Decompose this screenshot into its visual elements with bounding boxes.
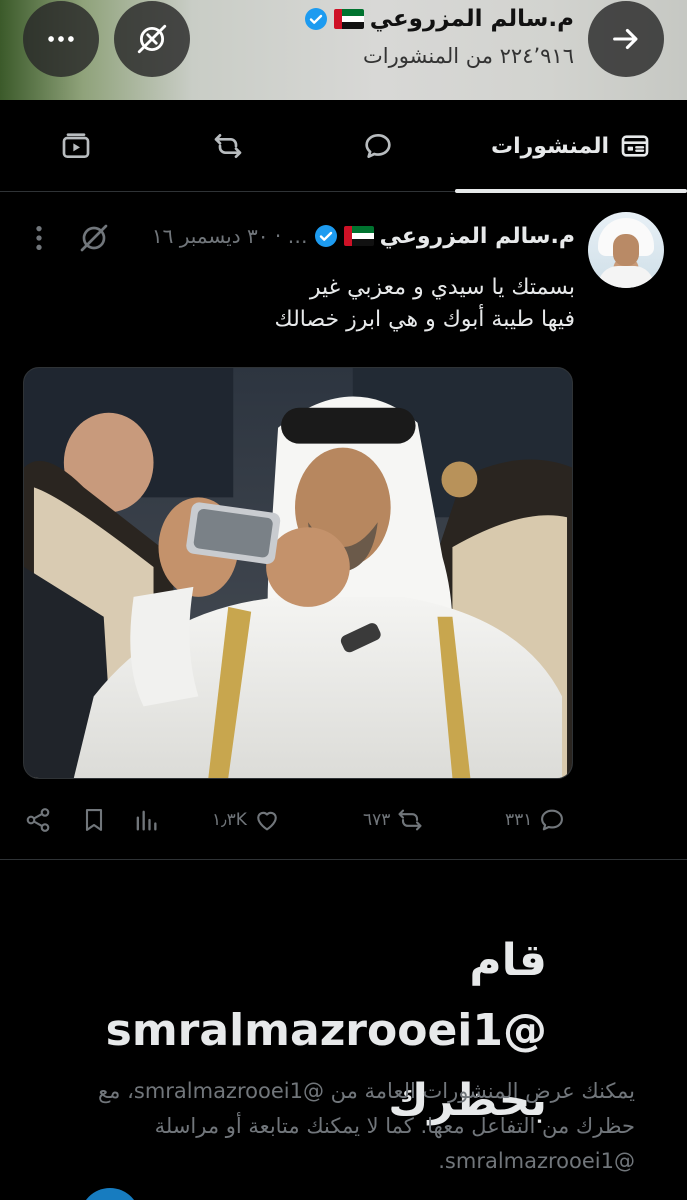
floating-button-edge[interactable] <box>80 1188 140 1200</box>
post-count: ٢٢٤٬٩١٦ من المنشورات <box>363 44 574 68</box>
tab-reposts[interactable] <box>188 100 268 192</box>
header-title: م.سالم المزروعي <box>304 2 574 36</box>
repost-button[interactable]: ٦٧٣ <box>363 800 424 840</box>
posts-tab-icon <box>621 135 649 157</box>
post-more-options-icon[interactable] <box>30 222 48 254</box>
profile-header: م.سالم المزروعي ٢٢٤٬٩١٦ من المنشورات <box>0 0 687 100</box>
arrow-icon <box>613 28 638 50</box>
tab-replies[interactable] <box>338 100 418 192</box>
share-icon <box>26 808 50 832</box>
post-image[interactable] <box>23 367 573 779</box>
mute-button[interactable] <box>114 1 190 77</box>
bookmark-icon <box>85 809 103 831</box>
like-count: ١٫٣K <box>212 810 247 830</box>
muted-icon[interactable] <box>78 222 110 254</box>
like-button[interactable]: ١٫٣K <box>212 800 281 840</box>
repost-icon <box>214 134 242 158</box>
views-chart-icon <box>136 810 157 831</box>
blocked-description: يمكنك عرض المنشورات العامة من @smralmazr… <box>97 1079 635 1173</box>
profile-tabs: المنشورات <box>0 100 687 193</box>
verified-badge-icon <box>314 225 337 247</box>
heart-icon <box>257 811 277 831</box>
post-actions: ٣٣١ ٦٧٣ ١٫٣K <box>0 800 687 840</box>
reply-count: ٣٣١ <box>505 810 533 830</box>
muted-icon <box>137 24 167 54</box>
post-date[interactable]: … · ٣٠ ديسمبر ١٦ <box>152 224 308 248</box>
divider <box>0 859 687 860</box>
repost-count: ٦٧٣ <box>363 810 391 830</box>
uae-flag-icon <box>343 226 374 246</box>
tab-posts[interactable]: المنشورات <box>455 100 687 193</box>
media-icon <box>62 133 90 158</box>
tab-posts-label: المنشورات <box>490 133 610 159</box>
avatar[interactable] <box>588 212 664 288</box>
repost-icon <box>398 809 422 831</box>
tab-media[interactable] <box>36 100 116 192</box>
post-meta: م.سالم المزروعي … · ٣٠ ديسمبر ١٦ <box>152 218 575 254</box>
reply-button[interactable]: ٣٣١ <box>505 800 566 840</box>
more-options-button[interactable] <box>23 1 99 77</box>
verified-badge-icon <box>304 8 327 30</box>
post-author-name[interactable]: م.سالم المزروعي <box>380 224 575 249</box>
share-button[interactable] <box>24 800 52 840</box>
photo-image <box>24 368 572 778</box>
more-dots-icon <box>48 36 74 42</box>
reply-icon <box>541 809 564 831</box>
reply-icon <box>365 134 391 158</box>
uae-flag-icon <box>333 9 364 29</box>
views-button[interactable] <box>132 800 160 840</box>
bookmark-button[interactable] <box>80 800 108 840</box>
header-display-name: م.سالم المزروعي <box>369 6 574 32</box>
back-button[interactable] <box>588 1 664 77</box>
active-tab-indicator <box>455 189 687 193</box>
post-text: بسمتك يا سيدي و معزبي غير فيها طيبة أبوك… <box>274 275 575 332</box>
